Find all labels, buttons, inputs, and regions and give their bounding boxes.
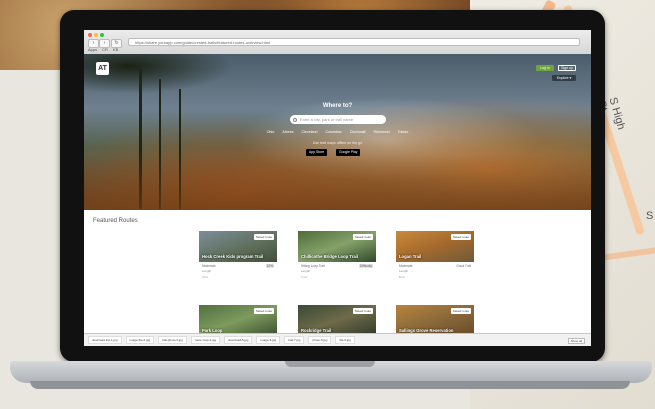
search-icon (293, 118, 297, 122)
route-difficulty: Moderate (202, 264, 216, 268)
download-item[interactable]: download-5.jpg (224, 336, 253, 344)
map-letter-label: S (646, 210, 654, 222)
download-item[interactable]: image-file-2.jpg (125, 336, 155, 344)
search-input[interactable]: Enter a city, park or trail name (290, 115, 386, 124)
address-bar[interactable]: https://share.yourapp.com/guide/crested-… (128, 38, 580, 46)
download-item[interactable]: route-map-4.jpg (190, 336, 221, 344)
saved-badge: Saved route (352, 234, 373, 240)
downloads-bar: download-trip-1.jpg image-file-2.jpg tra… (84, 333, 591, 346)
laptop-notch (285, 361, 375, 367)
route-card[interactable]: Saved route Hock Creek Kids program Trai… (199, 231, 277, 280)
maximize-window-button[interactable] (100, 33, 104, 37)
foliage-band (84, 154, 591, 210)
saved-badge: Saved route (450, 234, 471, 240)
route-card-image: Saved route Hock Creek Kids program Trai… (199, 231, 277, 262)
location-link[interactable]: Toledo (398, 130, 409, 134)
route-card-image: Saved route Sallings Grove Reservation (396, 305, 474, 336)
location-link[interactable]: Richmond (373, 130, 389, 134)
saved-badge: Saved route (253, 308, 274, 314)
route-card-name: Hock Creek Kids program Trail (202, 254, 264, 259)
route-difficulty: Moderate (399, 264, 413, 268)
bookmark-item[interactable]: CR (102, 47, 108, 52)
route-card[interactable]: Saved route Sallings Grove Reservation (396, 305, 474, 336)
download-item[interactable]: trail-7.jpg (284, 336, 305, 344)
hero-banner: AT Log in Sign up Explore ▾ Where to? En… (84, 54, 591, 210)
show-all-downloads-button[interactable]: Show all (567, 338, 585, 344)
location-link[interactable]: Cleveland (302, 130, 318, 134)
offline-text: Use trail maps offline on the go (312, 141, 363, 145)
route-difficulty: Hiking Loop Trail (301, 264, 325, 268)
download-item[interactable]: download-trip-1.jpg (88, 336, 122, 344)
route-tag: Good Trail (456, 264, 471, 268)
laptop-screen: ‹ › ↻ https://share.yourapp.com/guide/cr… (84, 30, 591, 346)
download-item[interactable]: image-6.jpg (256, 336, 281, 344)
window-controls (88, 33, 104, 37)
route-card[interactable]: Saved route Logan Trail Moderate Good Tra… (396, 231, 474, 280)
location-link[interactable]: Cincinnati (350, 130, 366, 134)
route-card-image: Saved route Park Loop (199, 305, 277, 336)
route-card[interactable]: Saved route Chillicothe Bridge Loop Trai… (298, 231, 376, 280)
saved-badge: Saved route (253, 234, 274, 240)
route-card-image: Saved route Logan Trail (396, 231, 474, 262)
featured-routes-title: Featured Routes (93, 218, 138, 224)
saved-badge: Saved route (450, 308, 471, 314)
route-tag: Difficulty (359, 264, 373, 268)
route-card[interactable]: Saved route Rockridge Trail (298, 305, 376, 336)
minimize-window-button[interactable] (94, 33, 98, 37)
location-link[interactable]: Athens (282, 130, 293, 134)
location-link[interactable]: Columbus (326, 130, 342, 134)
route-card-image: Saved route Chillicothe Bridge Loop Trai… (298, 231, 376, 262)
route-tag: 10% (265, 264, 274, 268)
route-card[interactable]: Saved route Park Loop (199, 305, 277, 336)
download-item[interactable]: trail-photo-3.jpg (158, 336, 187, 344)
download-item[interactable]: file-9.jpg (335, 336, 355, 344)
route-length-value: 7 mi (301, 275, 307, 279)
route-card-name: Logan Trail (399, 254, 422, 259)
location-links: Ohio Athens Cleveland Columbus Cincinnat… (84, 130, 591, 134)
laptop-foot (30, 381, 630, 389)
bookmark-item[interactable]: KB (113, 47, 118, 52)
signup-button[interactable]: Sign up (558, 65, 576, 71)
download-item[interactable]: photo-8.jpg (308, 336, 332, 344)
route-length-value: 4 mi (202, 275, 208, 279)
explore-menu-button[interactable]: Explore ▾ (552, 75, 576, 81)
hero-title: Where to? (322, 103, 353, 109)
bookmarks-bar: Apps CR KB (88, 47, 118, 52)
route-length-value: 6 mi (399, 275, 405, 279)
site-logo[interactable]: AT (96, 62, 109, 75)
bookmark-item[interactable]: Apps (88, 47, 97, 52)
saved-badge: Saved route (352, 308, 373, 314)
login-button[interactable]: Log in (536, 65, 554, 71)
browser-chrome: ‹ › ↻ https://share.yourapp.com/guide/cr… (84, 30, 591, 55)
app-store-button[interactable]: App Store (306, 149, 328, 156)
google-play-button[interactable]: Google Play (336, 149, 361, 156)
route-card-name: Chillicothe Bridge Loop Trail (301, 254, 358, 259)
close-window-button[interactable] (88, 33, 92, 37)
location-link[interactable]: Ohio (267, 130, 275, 134)
route-card-image: Saved route Rockridge Trail (298, 305, 376, 336)
